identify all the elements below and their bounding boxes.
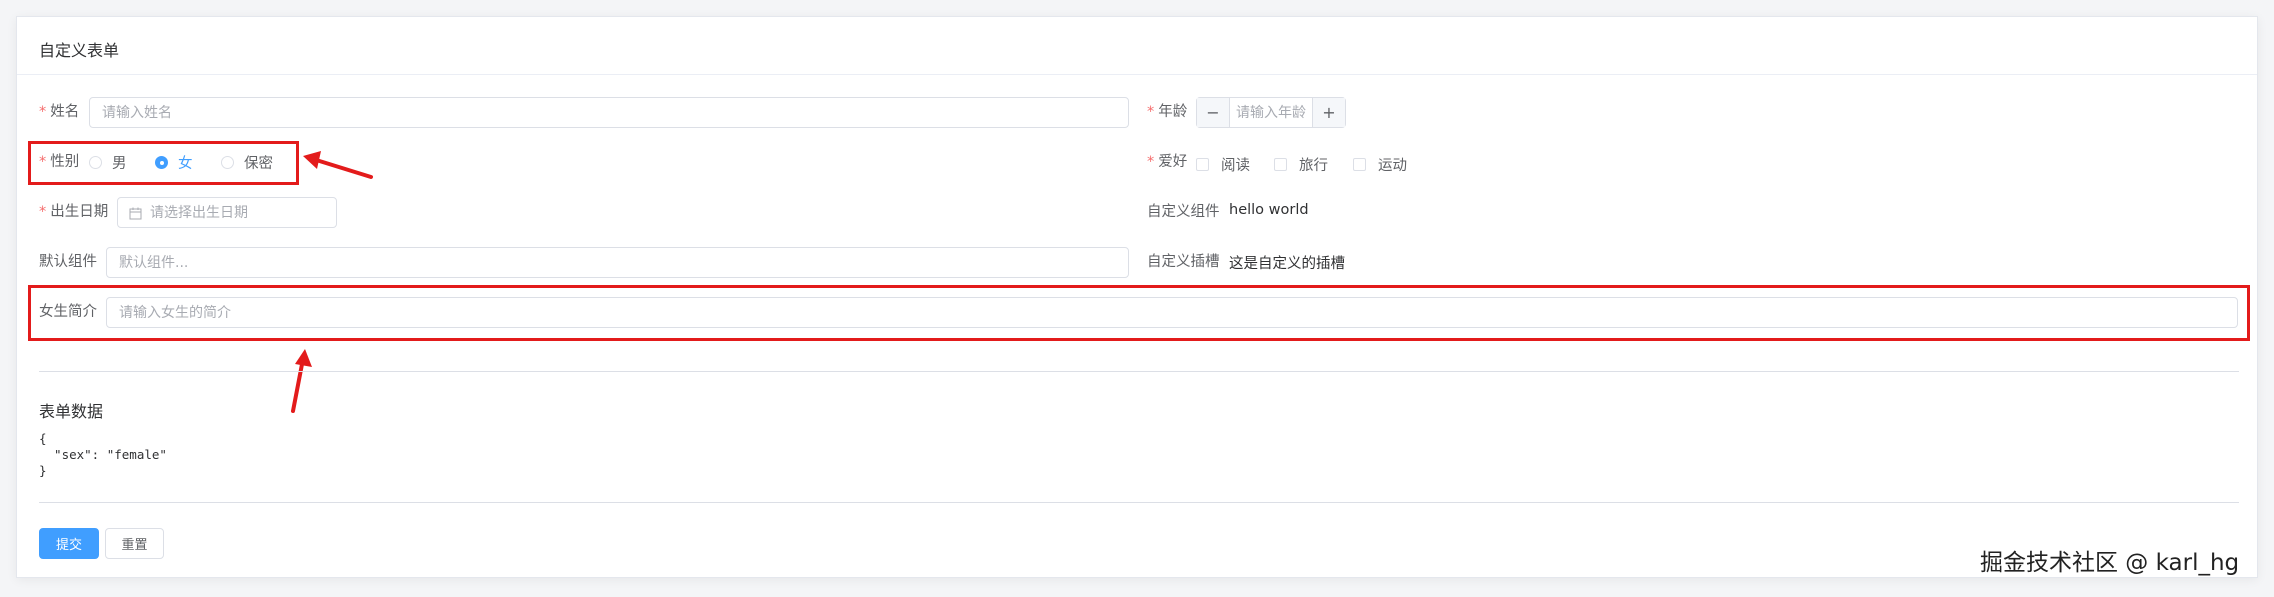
checkbox-box [1353,158,1366,171]
name-input[interactable] [90,98,1128,127]
divider-bottom [39,502,2239,503]
default-component-input[interactable] [107,248,1128,277]
form-data-title: 表单数据 [39,402,104,421]
decrease-button[interactable]: − [1197,98,1230,127]
checkbox-sports[interactable]: 运动 [1353,154,1407,175]
annotation-arrow-gender [303,151,373,179]
checkbox-box [1196,158,1209,171]
annotation-box-gender [28,141,299,185]
custom-component-value: hello world [1229,202,1309,218]
custom-form-card: 自定义表单 *姓名 *年龄 − + *性别 男 女 保密 [16,16,2258,578]
increase-button[interactable]: + [1312,98,1345,127]
required-mark: * [1147,154,1155,170]
form-data-json: { "sex": "female" } [39,431,167,478]
divider-top [39,371,2239,372]
custom-slot-value: 这是自定义的插槽 [1229,256,1345,272]
annotation-box-intro [28,285,2250,341]
annotation-arrow-intro [291,349,312,413]
birthday-label: * 出生日期 [39,204,109,220]
birthday-picker [117,197,337,228]
birthday-input[interactable] [118,198,336,227]
hobby-checkbox-group: 阅读 旅行 运动 [1196,152,1436,174]
age-stepper: − + [1196,97,1346,128]
checkbox-travel[interactable]: 旅行 [1274,154,1328,175]
required-mark: * [39,104,47,120]
watermark: 掘金技术社区 @ karl_hg [1980,550,2240,576]
checkbox-box [1274,158,1287,171]
age-input[interactable] [1230,98,1314,127]
reset-button[interactable]: 重置 [105,528,164,559]
custom-component-label: 自定义组件 [1147,204,1220,220]
checkbox-reading[interactable]: 阅读 [1196,154,1250,175]
custom-slot-label: 自定义插槽 [1147,254,1220,270]
card-title: 自定义表单 [39,41,120,60]
required-mark: * [1147,104,1155,120]
name-label: * 姓名 [39,104,80,120]
card-header: 自定义表单 [17,17,2257,75]
name-input-wrapper [89,97,1129,128]
age-label: * 年龄 [1147,104,1188,120]
submit-button[interactable]: 提交 [39,528,99,559]
hobby-label: * 爱好 [1147,154,1188,170]
required-mark: * [39,204,47,220]
default-component-label: 默认组件 [39,254,97,270]
default-component-wrapper [106,247,1129,278]
